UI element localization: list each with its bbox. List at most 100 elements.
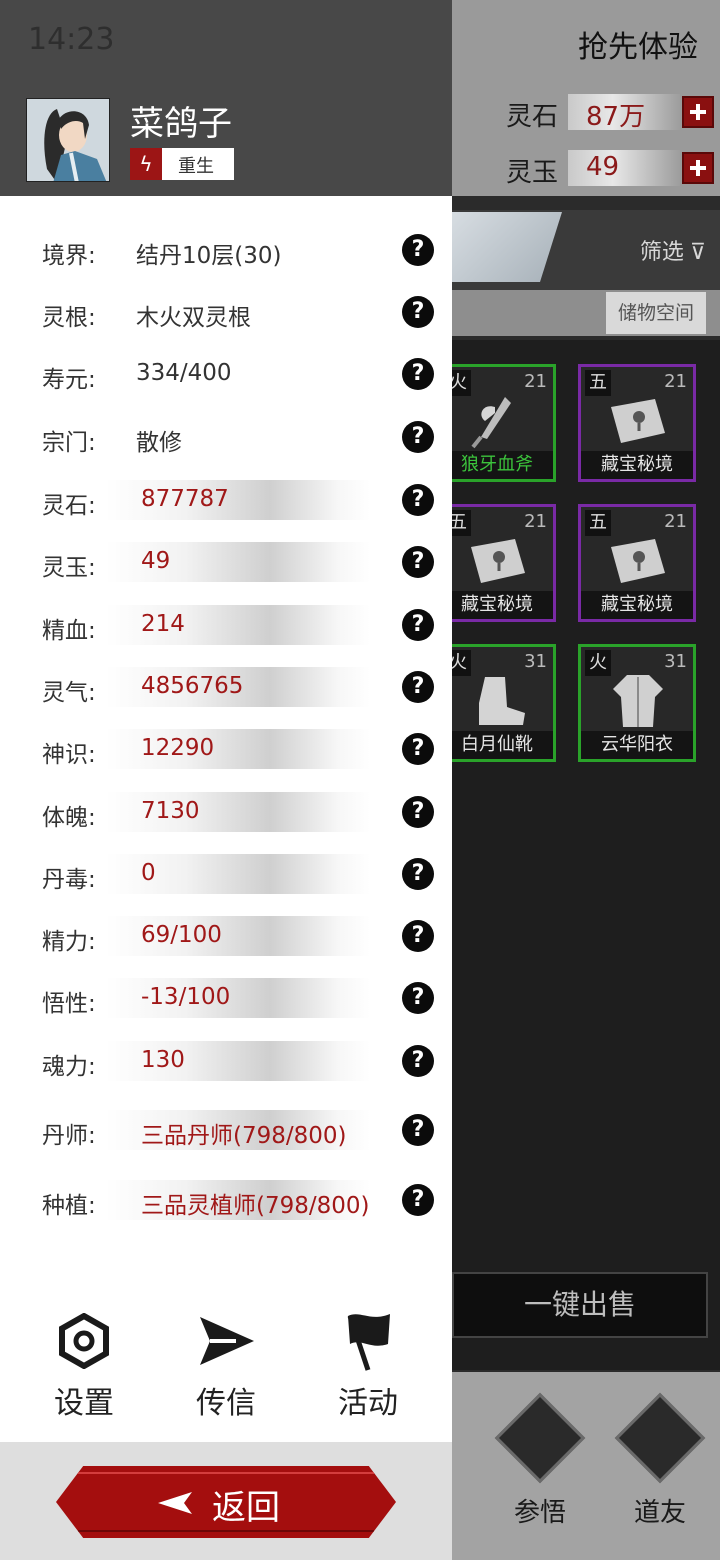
storage-space-button[interactable]: 储物空间	[606, 292, 706, 334]
filter-button[interactable]: 筛选 ⊽	[640, 234, 706, 266]
player-name: 菜鸽子	[130, 104, 232, 144]
resource-bar	[568, 150, 680, 186]
stat-value: -13/100	[141, 984, 231, 1010]
stat-value: 49	[141, 548, 171, 574]
bottom-nav: 参悟 道友	[452, 1372, 720, 1560]
inventory-item[interactable]: 五 21 藏宝秘境	[438, 504, 556, 622]
inventory-item[interactable]: 五 21 藏宝秘境	[578, 504, 696, 622]
robe-icon	[613, 675, 663, 727]
stat-label: 灵根:	[42, 305, 96, 331]
item-level: 21	[524, 371, 547, 392]
stat-row: 丹毒: 0?	[0, 850, 452, 898]
help-icon[interactable]: ?	[402, 296, 434, 328]
item-name: 藏宝秘境	[581, 591, 693, 619]
stat-row: 悟性: -13/100?	[0, 974, 452, 1022]
item-level: 21	[524, 511, 547, 532]
nav-friends-button[interactable]: 道友	[610, 1392, 710, 1529]
flag-icon	[347, 1314, 390, 1371]
add-spirit-jade-button[interactable]	[682, 152, 714, 184]
message-button[interactable]: 传信	[166, 1310, 286, 1422]
stat-label: 悟性:	[42, 991, 96, 1017]
item-level: 31	[524, 651, 547, 672]
resource-value: 49	[586, 152, 620, 182]
treasure-map-icon	[471, 539, 525, 583]
help-icon[interactable]: ?	[402, 796, 434, 828]
resource-label: 灵石	[506, 102, 559, 132]
events-button[interactable]: 活动	[308, 1310, 428, 1422]
stat-value: 结丹10层(30)	[136, 243, 282, 269]
help-icon[interactable]: ?	[402, 234, 434, 266]
inventory-grid	[452, 340, 720, 1370]
stat-row: 神识: 12290?	[0, 725, 452, 773]
character-portrait	[27, 99, 109, 181]
item-level: 31	[664, 651, 687, 672]
item-name: 藏宝秘境	[441, 591, 553, 619]
help-icon[interactable]: ?	[402, 358, 434, 390]
item-level: 21	[664, 371, 687, 392]
resource-value: 87万	[586, 102, 646, 132]
stat-row: 寿元: 334/400?	[0, 350, 452, 398]
help-icon[interactable]: ?	[402, 609, 434, 641]
stat-row: 精力: 69/100?	[0, 912, 452, 960]
stat-value: 散修	[136, 430, 182, 456]
nav-label: 道友	[633, 1498, 686, 1528]
stat-label: 体魄:	[42, 805, 96, 831]
stat-value: 69/100	[141, 922, 222, 948]
panel-header: 14:23 菜鸽子 ϟ 重生	[0, 0, 452, 196]
status-time: 14:23	[28, 22, 115, 57]
item-name: 白月仙靴	[441, 731, 553, 759]
help-icon[interactable]: ?	[402, 858, 434, 890]
settings-label: 设置	[54, 1386, 114, 1421]
stat-label: 魂力:	[42, 1054, 96, 1080]
help-icon[interactable]: ?	[402, 671, 434, 703]
rebirth-badge[interactable]: ϟ 重生	[130, 148, 234, 180]
stat-value: 三品灵植师(798/800)	[141, 1193, 370, 1219]
treasure-map-icon	[611, 399, 665, 443]
events-label: 活动	[338, 1386, 398, 1421]
inventory-item[interactable]: 火 31 白月仙靴	[438, 644, 556, 762]
stat-value: 334/400	[136, 360, 232, 386]
item-name: 藏宝秘境	[581, 451, 693, 479]
settings-button[interactable]: 设置	[24, 1310, 144, 1422]
stat-value: 三品丹师(798/800)	[141, 1123, 347, 1149]
treasure-map-icon	[611, 539, 665, 583]
axe-icon	[471, 397, 511, 449]
help-icon[interactable]: ?	[402, 421, 434, 453]
settings-icon	[59, 1313, 109, 1369]
stat-label: 种植:	[42, 1193, 96, 1219]
inventory-item[interactable]: 火 21 狼牙血斧	[438, 364, 556, 482]
stat-row: 丹师: 三品丹师(798/800)?	[0, 1106, 452, 1154]
help-icon[interactable]: ?	[402, 1184, 434, 1216]
stat-label: 丹师:	[42, 1123, 96, 1149]
add-spirit-stone-button[interactable]	[682, 96, 714, 128]
stat-value: 877787	[141, 486, 229, 512]
help-icon[interactable]: ?	[402, 733, 434, 765]
stat-row: 灵玉: 49?	[0, 538, 452, 586]
stat-label: 宗门:	[42, 430, 96, 456]
help-icon[interactable]: ?	[402, 1114, 434, 1146]
help-icon[interactable]: ?	[402, 546, 434, 578]
nav-comprehend-button[interactable]: 参悟	[490, 1392, 590, 1529]
stat-value: 12290	[141, 735, 215, 761]
avatar[interactable]	[26, 98, 110, 182]
stat-row: 精血: 214?	[0, 601, 452, 649]
help-icon[interactable]: ?	[402, 484, 434, 516]
sell-all-button[interactable]: 一键出售	[452, 1272, 708, 1338]
stat-label: 灵气:	[42, 680, 96, 706]
stat-row: 灵根: 木火双灵根?	[0, 288, 452, 336]
stat-value: 木火双灵根	[136, 305, 251, 331]
stat-label: 精血:	[42, 618, 96, 644]
stat-value: 214	[141, 611, 185, 637]
inventory-item[interactable]: 五 21 藏宝秘境	[578, 364, 696, 482]
help-icon[interactable]: ?	[402, 1045, 434, 1077]
inventory-item[interactable]: 火 31 云华阳衣	[578, 644, 696, 762]
boots-icon	[479, 677, 525, 725]
stat-label: 灵石:	[42, 493, 96, 519]
back-label: 返回	[212, 1488, 280, 1528]
early-access-title: 抢先体验	[578, 30, 698, 65]
stat-row: 体魄: 7130?	[0, 788, 452, 836]
help-icon[interactable]: ?	[402, 982, 434, 1014]
help-icon[interactable]: ?	[402, 920, 434, 952]
item-level: 21	[664, 511, 687, 532]
panel-footer: 返回	[0, 1442, 452, 1560]
